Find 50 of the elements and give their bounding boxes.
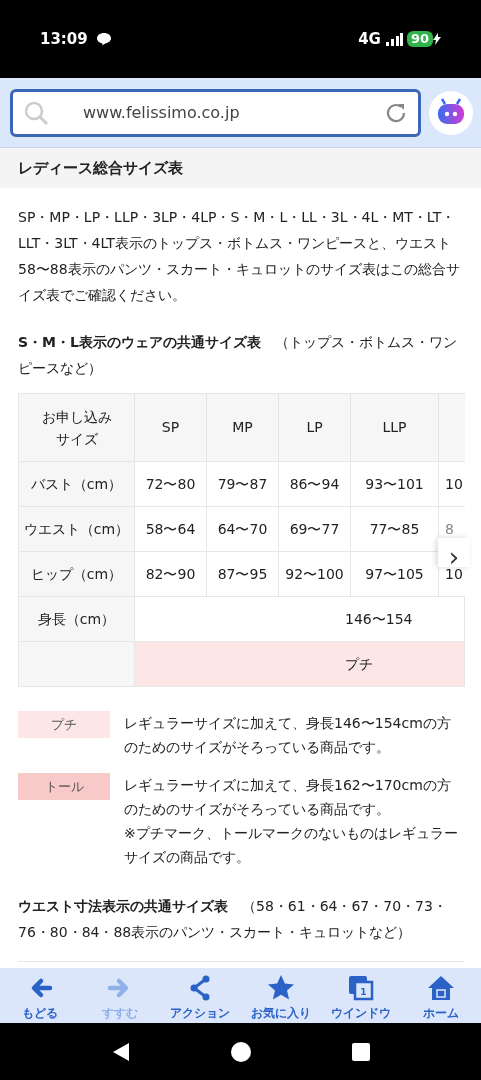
column-header: お申し込み: [41, 408, 112, 425]
table-cell: 86〜94: [278, 461, 351, 507]
toolbar-button[interactable]: もどる: [0, 974, 81, 1023]
battery-level: 90: [406, 31, 433, 47]
search-icon: [23, 99, 49, 126]
scroll-right-button[interactable]: ›: [438, 538, 470, 567]
table-cell: 146〜154: [345, 610, 413, 627]
home-icon: [426, 974, 455, 1002]
toolbar-button[interactable]: お気に入り: [240, 974, 321, 1023]
table-cell: 58〜64: [134, 506, 207, 552]
table-cell: 87〜95: [206, 551, 279, 597]
column-header: サイズ: [55, 430, 98, 447]
section-heading: S・M・L表示のウェアの共通サイズ表 （トップス・ボトムス・ワンピースなど）: [17, 333, 458, 378]
network-type: 4G: [358, 28, 381, 50]
table-cell: 72〜80: [134, 461, 207, 507]
section-heading: ウエスト寸法表示の共通サイズ表 （58・61・64・67・70・73・76・80・84・88表示のパンツ・スカート・キュロットなど）: [17, 897, 448, 942]
table-cell: 69〜77: [278, 506, 351, 552]
row-header: 身長（cm）: [18, 596, 135, 642]
size-tag: トール: [18, 773, 110, 800]
chat-bubble-icon: [95, 32, 112, 46]
toolbar-button[interactable]: アクション: [160, 974, 241, 1023]
tag-description: レギュラーサイズに加えて、身長146〜154cmの方のためのサイズがそろっている商品です。: [124, 714, 452, 757]
row-header: バスト（cm）: [18, 461, 135, 507]
signal-icon: [384, 32, 403, 46]
toolbar-button[interactable]: ホーム: [400, 974, 481, 1023]
column-header: SP: [134, 393, 207, 462]
band-label: プチ: [345, 655, 373, 672]
tag-description: レギュラーサイズに加えて、身長162〜170cmの方のためのサイズがそろっている商品です。: [124, 776, 452, 819]
back-icon[interactable]: [111, 1041, 130, 1062]
table-cell: 64〜70: [206, 506, 279, 552]
size-tag: プチ: [18, 711, 110, 738]
robot-icon[interactable]: [429, 90, 473, 135]
home-icon[interactable]: [229, 1040, 252, 1063]
clock-time: 13:09: [40, 28, 88, 50]
table-cell: 82〜90: [134, 551, 207, 597]
table-cell: 92〜100: [278, 551, 351, 597]
address-field[interactable]: www.felissimo.co.jp: [10, 88, 421, 137]
toolbar-button[interactable]: 1 ウインドウ: [320, 974, 401, 1023]
column-header: LLP: [350, 393, 439, 462]
page-title: レディース総合サイズ表: [18, 157, 183, 179]
row-header: ウエスト（cm）: [18, 506, 135, 552]
star-icon: [266, 974, 295, 1002]
column-header: LP: [278, 393, 351, 462]
intro-paragraph: SP・MP・LP・LLP・3LP・4LP・S・M・L・LL・3L・4L・MT・LT・LLT・3LT・4LT表示のトップス・ボトムス・ワンピースと、ウエスト58〜88表示のパンツ・スカート・キュロットのサイズ表はこの総合サイズ表でご確認ください。: [17, 208, 461, 305]
table-cell: 79〜87: [206, 461, 279, 507]
column-header: MP: [206, 393, 279, 462]
row-header: ヒップ（cm）: [18, 551, 135, 597]
table-cell: 93〜101: [350, 461, 439, 507]
recents-icon[interactable]: [351, 1042, 370, 1061]
note-text: ※プチマーク、トールマークのないものはレギュラーサイズの商品です。: [124, 824, 459, 867]
